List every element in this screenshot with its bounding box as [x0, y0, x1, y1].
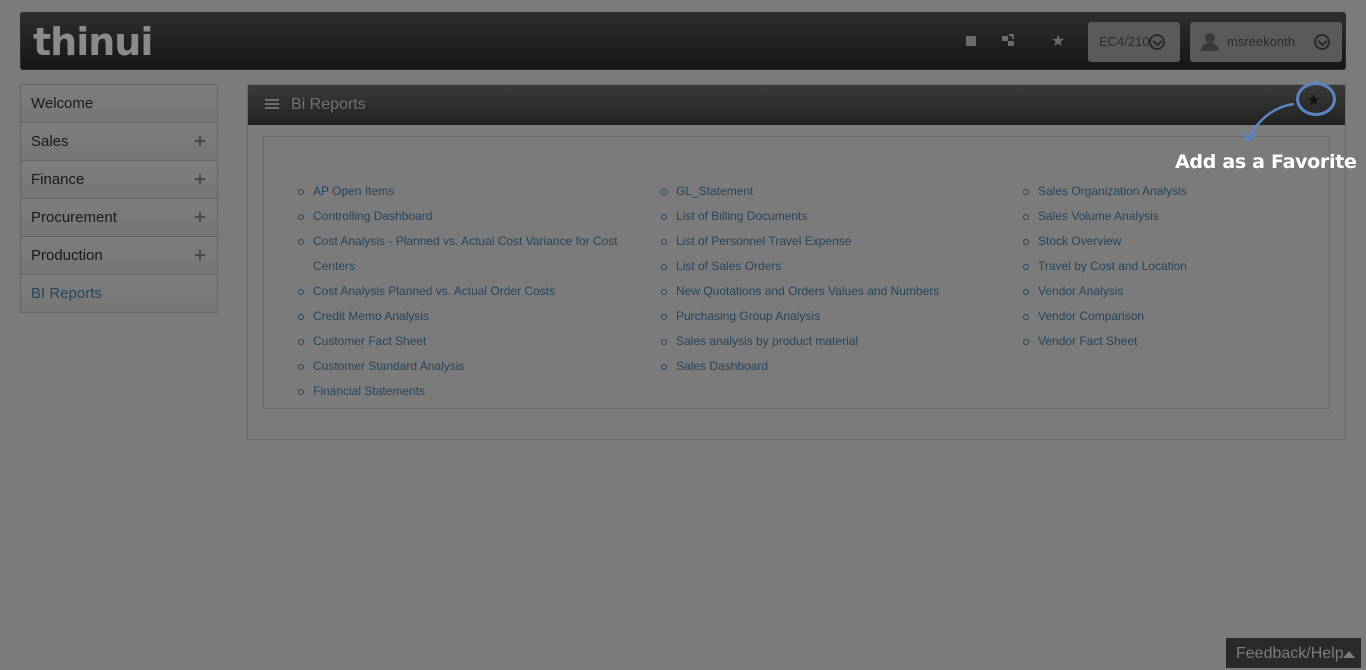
system-label: EC4/210	[1099, 34, 1150, 49]
report-link[interactable]: Travel by Cost and Location	[1021, 254, 1358, 279]
sidebar-item-label: Welcome	[31, 95, 94, 112]
menu-icon[interactable]	[265, 99, 279, 111]
sidebar-nav: Welcome Sales Finance Procurement Produc…	[20, 84, 218, 313]
system-selector[interactable]: EC4/210	[1088, 22, 1180, 62]
report-link[interactable]: Sales analysis by product material	[659, 329, 996, 354]
report-link[interactable]: List of Sales Orders	[659, 254, 996, 279]
sidebar-item-label: BI Reports	[31, 285, 102, 302]
sidebar-item-bi-reports[interactable]: BI Reports	[21, 275, 217, 312]
caret-up-icon	[1343, 651, 1355, 658]
chevron-down-icon	[1314, 34, 1330, 50]
plus-icon	[195, 212, 205, 222]
report-link[interactable]: List of Personnel Travel Expense	[659, 229, 996, 254]
sidebar-item-welcome[interactable]: Welcome	[21, 85, 217, 123]
sidebar-item-finance[interactable]: Finance	[21, 161, 217, 199]
share-icon[interactable]	[999, 33, 1017, 51]
report-link[interactable]: Customer Standard Analysis	[296, 354, 633, 379]
report-link[interactable]: Stock Overview	[1021, 229, 1358, 254]
report-link[interactable]: Credit Memo Analysis	[296, 304, 633, 329]
plus-icon	[195, 136, 205, 146]
reports-column-2: GL_Statement List of Billing Documents L…	[659, 179, 996, 379]
plus-icon	[195, 174, 205, 184]
annotation-arrow-icon	[1241, 102, 1295, 144]
bi-reports-panel: Bi Reports ★ AP Open Items Controlling D…	[247, 82, 1346, 440]
user-name: msreekonth	[1227, 34, 1295, 49]
sidebar-item-label: Production	[31, 247, 103, 264]
report-link[interactable]: New Quotations and Orders Values and Num…	[659, 279, 996, 304]
feedback-help-button[interactable]: Feedback/Help	[1226, 638, 1361, 668]
sidebar-item-label: Sales	[31, 133, 69, 150]
feedback-label: Feedback/Help	[1236, 645, 1344, 662]
report-link[interactable]: Purchasing Group Analysis	[659, 304, 996, 329]
top-header: thinui ★ EC4/210 msreekonth	[20, 12, 1346, 70]
report-link[interactable]: Cost Analysis - Planned vs. Actual Cost …	[296, 229, 633, 279]
sidebar-item-sales[interactable]: Sales	[21, 123, 217, 161]
user-avatar-icon	[1201, 33, 1219, 51]
report-link[interactable]: GL_Statement	[659, 179, 996, 204]
report-link[interactable]: Cost Analysis Planned vs. Actual Order C…	[296, 279, 633, 304]
sidebar-item-procurement[interactable]: Procurement	[21, 199, 217, 237]
user-menu[interactable]: msreekonth	[1190, 22, 1342, 62]
star-icon[interactable]: ★	[1049, 33, 1067, 51]
sidebar-item-label: Procurement	[31, 209, 117, 226]
report-link[interactable]: Sales Volume Analysis	[1021, 204, 1358, 229]
reports-column-1: AP Open Items Controlling Dashboard Cost…	[296, 179, 633, 404]
document-icon[interactable]	[962, 33, 980, 51]
annotation-label: Add as a Favorite	[1175, 151, 1357, 173]
report-link[interactable]: List of Billing Documents	[659, 204, 996, 229]
sidebar-item-label: Finance	[31, 171, 85, 188]
app-logo: thinui	[33, 20, 153, 64]
report-link[interactable]: Vendor Analysis	[1021, 279, 1358, 304]
sidebar-item-production[interactable]: Production	[21, 237, 217, 275]
report-link[interactable]: Financial Statements	[296, 379, 633, 404]
report-link[interactable]: Vendor Comparison	[1021, 304, 1358, 329]
report-link[interactable]: Vendor Fact Sheet	[1021, 329, 1358, 354]
report-link[interactable]: AP Open Items	[296, 179, 633, 204]
reports-list-box: AP Open Items Controlling Dashboard Cost…	[263, 136, 1330, 409]
chevron-down-icon	[1149, 34, 1165, 50]
favorite-star-icon[interactable]: ★	[1307, 91, 1320, 109]
panel-title: Bi Reports	[291, 96, 366, 113]
report-link[interactable]: Customer Fact Sheet	[296, 329, 633, 354]
reports-column-3: Sales Organization Analysis Sales Volume…	[1021, 179, 1358, 354]
plus-icon	[195, 250, 205, 260]
report-link[interactable]: Sales Organization Analysis	[1021, 179, 1358, 204]
report-link[interactable]: Controlling Dashboard	[296, 204, 633, 229]
panel-header: Bi Reports ★	[248, 82, 1345, 125]
report-link[interactable]: Sales Dashboard	[659, 354, 996, 379]
